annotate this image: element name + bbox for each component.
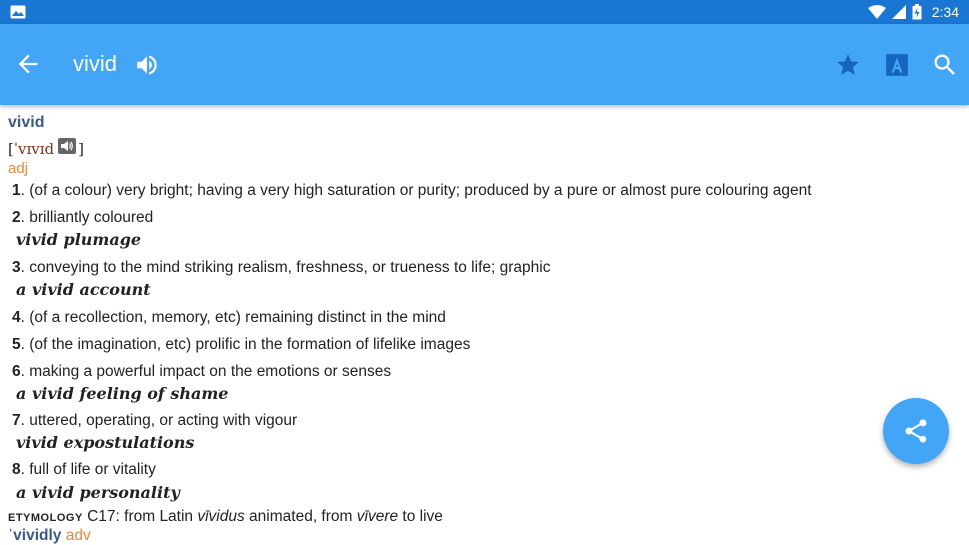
search-icon[interactable] (931, 51, 959, 79)
sense-1: 1. (of a colour) very bright; having a v… (12, 182, 812, 200)
pronunciation-audio-icon[interactable] (58, 138, 77, 154)
sense-2: 2. brilliantly coloured (12, 209, 153, 227)
sense-number: 3 (12, 259, 21, 276)
app-bar-title: vivid (73, 51, 118, 76)
share-button[interactable] (883, 398, 949, 464)
sense-4: 4. (of a recollection, memory, etc) rema… (12, 309, 446, 327)
sense-number: 5 (12, 336, 21, 353)
etymology-text: C17: from Latin (82, 508, 198, 525)
sense-3: 3. conveying to the mind striking realis… (12, 259, 550, 277)
pronunciation: [ˈvɪvɪd ] (8, 138, 84, 160)
etymology-text: animated, from (244, 508, 357, 525)
sense-text: . brilliantly coloured (20, 209, 154, 226)
etymology-label: ETYMOLOGY (8, 512, 83, 524)
headword: vivid (8, 114, 45, 131)
part-of-speech: adj (8, 160, 29, 177)
sense-text: . full of life or vitality (20, 461, 156, 478)
derivative-word: ˈvividly (8, 527, 62, 544)
sense-text: . making a powerful impact on the emotio… (20, 363, 392, 380)
sense-8: 8. full of life or vitality (12, 461, 156, 479)
sense-number: 6 (12, 363, 21, 380)
wifi-icon (867, 5, 886, 19)
font-a-icon[interactable] (884, 52, 910, 78)
sense-number: 7 (12, 412, 21, 429)
status-time: 2:34 (931, 4, 959, 20)
etymology-latin-word: vīvere (356, 508, 399, 525)
example-8: a vivid personality (16, 483, 180, 502)
example-2: vivid plumage (16, 230, 142, 249)
etymology-latin-word: vīvidus (197, 508, 245, 525)
status-bar: 2:34 (0, 0, 969, 24)
entry-content: vivid [ˈvɪvɪd ] adj 1. (of a colour) ver… (0, 105, 969, 545)
sense-text: . (of the imagination, etc) prolific in … (20, 336, 471, 353)
speaker-icon[interactable] (134, 52, 160, 78)
battery-icon (912, 4, 922, 20)
pron-bracket-close: ] (78, 140, 84, 158)
derivative-pos: adv (61, 527, 91, 544)
signal-icon (891, 5, 906, 19)
sense-text: . (of a recollection, memory, etc) remai… (20, 309, 446, 326)
image-icon (10, 5, 26, 19)
star-icon[interactable] (835, 52, 861, 78)
sense-number: 1 (12, 182, 21, 199)
ipa-text: ˈvɪvɪd (13, 140, 55, 158)
sense-number: 8 (12, 461, 21, 478)
etymology-text: to live (398, 508, 443, 525)
sense-text: . conveying to the mind striking realism… (20, 259, 551, 276)
app-bar: vivid (0, 24, 969, 105)
example-3: a vivid account (16, 280, 151, 299)
derivative: ˈvividly adv (8, 527, 91, 545)
sense-text: . (of a colour) very bright; having a ve… (20, 182, 812, 199)
sense-7: 7. uttered, operating, or acting with vi… (12, 412, 297, 430)
sense-number: 4 (12, 309, 21, 326)
share-icon (902, 417, 930, 445)
sense-number: 2 (12, 209, 21, 226)
back-arrow-icon[interactable] (14, 50, 42, 78)
sense-6: 6. making a powerful impact on the emoti… (12, 363, 391, 381)
sense-5: 5. (of the imagination, etc) prolific in… (12, 336, 470, 354)
sense-text: . uttered, operating, or acting with vig… (20, 412, 298, 429)
etymology: ETYMOLOGY C17: from Latin vīvidus animat… (8, 508, 443, 526)
example-7: vivid expostulations (16, 433, 195, 452)
example-6: a vivid feeling of shame (16, 384, 229, 403)
